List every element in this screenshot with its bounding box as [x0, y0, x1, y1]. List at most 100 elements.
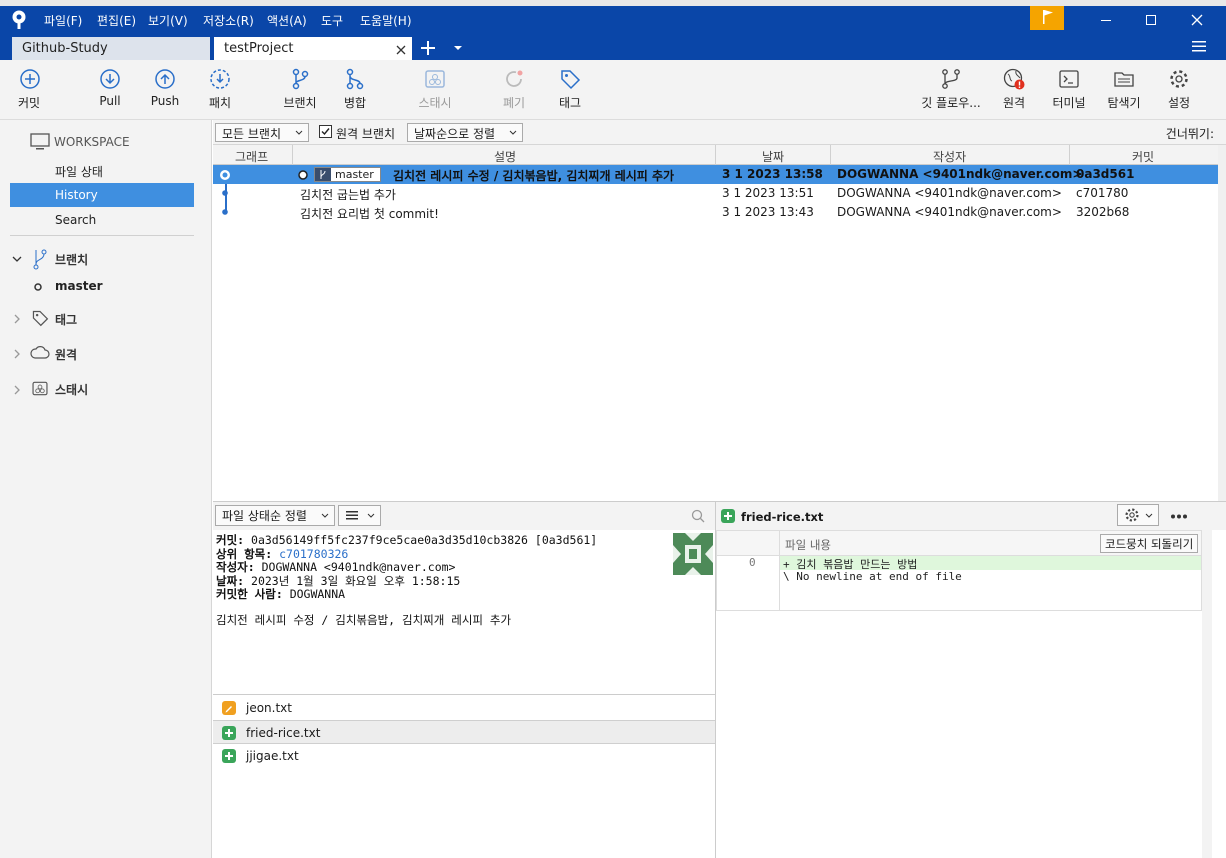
remote-button[interactable]: 원격 — [984, 68, 1044, 111]
notification-flag-button[interactable] — [1030, 6, 1064, 30]
divider — [10, 235, 194, 236]
sort-label: 날짜순으로 정렬 — [414, 127, 496, 141]
terminal-button[interactable]: 터미널 — [1039, 68, 1099, 111]
author-value: DOGWANNA <9401ndk@naver.com> — [261, 560, 456, 574]
close-tab-icon[interactable] — [396, 45, 406, 55]
pull-label: Pull — [99, 94, 121, 108]
menu-file[interactable]: 파일(F) — [44, 12, 82, 29]
sidebar-remotes[interactable]: 원격 — [55, 346, 77, 363]
branch-badge-icon-bg — [315, 168, 331, 181]
chevron-right-icon[interactable] — [12, 349, 22, 359]
explorer-button[interactable]: 탐색기 — [1094, 68, 1154, 111]
stash-button[interactable]: 스태시 — [405, 68, 465, 111]
minimize-button[interactable] — [1098, 12, 1114, 28]
col-graph[interactable]: 그래프 — [235, 148, 268, 165]
chevron-down-icon — [321, 513, 329, 518]
gutter-separator — [779, 531, 780, 611]
file-list-item[interactable]: jjigae.txt — [213, 744, 715, 768]
workspace-header: WORKSPACE — [54, 135, 130, 149]
commit-row[interactable]: 김치전 굽는법 추가 3 1 2023 13:51 DOGWANNA <9401… — [213, 184, 1218, 203]
chevron-down-icon — [509, 130, 517, 135]
tag-button[interactable]: 태그 — [540, 68, 600, 111]
column-separator — [830, 145, 831, 165]
merge-button[interactable]: 병합 — [325, 68, 385, 111]
sidebar-item-file-status[interactable]: 파일 상태 — [55, 163, 103, 180]
patch-button[interactable]: 패치 — [190, 68, 250, 111]
discard-button[interactable]: 폐기 — [484, 68, 544, 111]
gitflow-icon — [942, 69, 960, 89]
tab-dropdown-icon[interactable] — [453, 44, 463, 52]
add-tab-icon[interactable] — [420, 40, 436, 56]
commit-button[interactable]: 커밋 — [0, 68, 60, 111]
merge-icon — [346, 68, 364, 90]
col-description[interactable]: 설명 — [494, 148, 516, 165]
tab-github-study[interactable]: Github-Study — [12, 37, 210, 60]
tab-testproject[interactable]: testProject — [214, 37, 412, 60]
check-icon — [321, 128, 330, 136]
patch-icon — [210, 69, 230, 89]
parent-hash-link[interactable]: c701780326 — [279, 547, 348, 561]
commit-hash: 3202b68 — [1076, 205, 1130, 219]
file-list-item[interactable]: jeon.txt — [213, 696, 715, 720]
added-file-icon — [222, 726, 236, 740]
view-mode-dropdown[interactable] — [338, 505, 381, 526]
sidebar-tags[interactable]: 태그 — [55, 311, 77, 328]
file-sort-dropdown[interactable]: 파일 상태순 정렬 — [215, 505, 335, 526]
pencil-icon — [225, 706, 232, 713]
menu-tools[interactable]: 도구 — [321, 12, 343, 29]
cloud-icon — [30, 346, 50, 359]
push-label: Push — [150, 94, 180, 108]
menu-help[interactable]: 도움말(H) — [360, 12, 412, 29]
diff-options-dropdown[interactable] — [1117, 504, 1159, 526]
menu-edit[interactable]: 편집(E) — [97, 12, 136, 29]
stash-icon — [425, 70, 445, 88]
plus-icon — [724, 512, 732, 520]
commit-full-hash: 0a3d56149ff5fc237f9ce5cae0a3d35d10cb3826… — [251, 533, 598, 547]
chevron-right-icon[interactable] — [12, 314, 22, 324]
maximize-button[interactable] — [1143, 12, 1159, 28]
commit-author: DOGWANNA <9401ndk@naver.com> — [837, 205, 1062, 219]
history-scrollbar[interactable] — [1218, 145, 1226, 501]
branch-button[interactable]: 브랜치 — [270, 68, 330, 111]
sidebar-item-history-highlight[interactable] — [10, 183, 194, 207]
commit-row[interactable]: 김치전 요리법 첫 commit! 3 1 2023 13:43 DOGWANN… — [213, 203, 1218, 222]
gitflow-button[interactable]: 깃 플로우... — [918, 68, 984, 111]
maximize-icon — [1146, 15, 1156, 25]
sidebar-branch-master[interactable]: master — [55, 279, 103, 293]
file-list-item-selected[interactable]: fried-rice.txt — [213, 720, 715, 744]
sort-dropdown[interactable]: 날짜순으로 정렬 — [407, 123, 523, 142]
folder-icon — [1114, 72, 1134, 87]
chevron-down-icon[interactable] — [12, 254, 22, 264]
revert-hunk-button[interactable]: 코드뭉치 되돌리기 — [1100, 534, 1199, 553]
menu-repository[interactable]: 저장소(R) — [203, 12, 254, 29]
col-commit[interactable]: 커밋 — [1132, 148, 1154, 165]
sidebar-branches[interactable]: 브랜치 — [55, 251, 88, 268]
col-date[interactable]: 날짜 — [762, 148, 784, 165]
chevron-down-icon — [367, 513, 375, 518]
remote-branches-checkbox[interactable] — [319, 125, 332, 138]
col-author[interactable]: 작성자 — [933, 148, 966, 165]
commit-node-icon — [222, 190, 228, 196]
diff-scrollbar[interactable] — [1202, 530, 1212, 858]
patch-label: 패치 — [208, 96, 232, 110]
menu-view[interactable]: 보기(V) — [148, 12, 188, 29]
sidebar-item-history[interactable]: History — [55, 188, 98, 202]
sidebar-item-search[interactable]: Search — [55, 213, 96, 227]
search-icon[interactable] — [691, 509, 705, 523]
commit-author: DOGWANNA <9401ndk@naver.com> — [837, 167, 1083, 181]
chevron-down-icon — [295, 130, 303, 135]
sidebar-stashes[interactable]: 스태시 — [55, 381, 88, 398]
branch-filter-dropdown[interactable]: 모든 브랜치 — [215, 123, 309, 142]
close-window-button[interactable] — [1189, 12, 1205, 28]
current-branch-icon — [34, 283, 42, 291]
more-options-icon[interactable] — [1170, 514, 1188, 519]
hamburger-menu-icon[interactable] — [1191, 39, 1207, 53]
menu-actions[interactable]: 액션(A) — [267, 12, 307, 29]
pull-button[interactable]: Pull — [80, 68, 140, 108]
push-button[interactable]: Push — [135, 68, 195, 108]
diff-hunk: 파일 내용 코드뭉치 되돌리기 0 + 김치 볶음밥 만드는 방법 \ No n… — [716, 530, 1202, 611]
history-filter-bar: 모든 브랜치 원격 브랜치 날짜순으로 정렬 건너뛰기: — [213, 120, 1226, 145]
settings-button[interactable]: 설정 — [1149, 68, 1209, 111]
commit-row[interactable]: master 김치전 레시피 수정 / 김치볶음밥, 김치찌개 레시피 추가 3… — [213, 165, 1218, 184]
chevron-right-icon[interactable] — [12, 385, 22, 395]
